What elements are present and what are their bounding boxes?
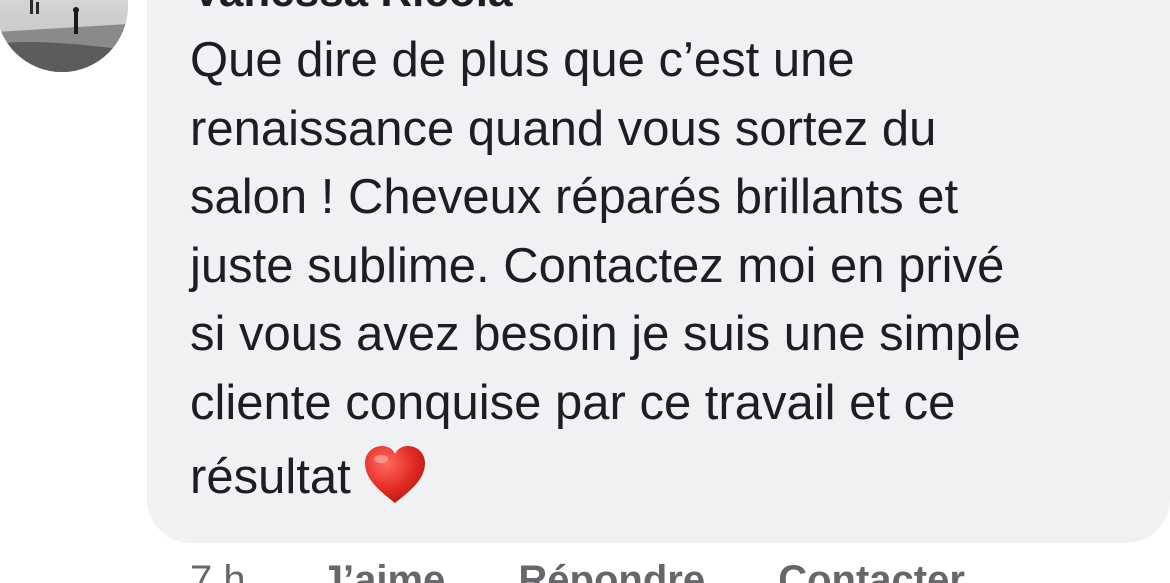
comment-line-last: résultat bbox=[190, 443, 1150, 512]
comment-line: résultat bbox=[190, 450, 351, 504]
reply-button[interactable]: Répondre bbox=[518, 558, 705, 583]
comment-line: si vous avez besoin je suis une simple bbox=[190, 307, 1021, 361]
comment-line: cliente conquise par ce travail et ce bbox=[190, 375, 956, 430]
comment-text: Que dire de plus que c’est une renaissan… bbox=[190, 26, 1150, 512]
comment-author[interactable]: Vanessa Ricola bbox=[192, 0, 512, 14]
red-heart-icon bbox=[364, 446, 425, 503]
comment-screenshot: Vanessa Ricola Que dire de plus que c’es… bbox=[0, 0, 1170, 583]
like-button[interactable]: J’aime bbox=[321, 558, 446, 583]
comment-line: renaissance quand vous sortez du bbox=[190, 101, 937, 156]
avatar[interactable] bbox=[0, 0, 128, 72]
comment-timestamp[interactable]: 7 h bbox=[190, 558, 246, 583]
comment-line: salon ! Cheveux réparés brillants et bbox=[190, 170, 959, 224]
comment-actions: 7 h J’aime Répondre Contacter bbox=[190, 556, 1027, 583]
comment-line: Que dire de plus que c’est une bbox=[190, 33, 855, 87]
comment-line: juste sublime. Contactez moi en privé bbox=[190, 238, 1005, 293]
contact-button[interactable]: Contacter bbox=[778, 558, 965, 583]
beach-photo-icon bbox=[0, 0, 128, 72]
